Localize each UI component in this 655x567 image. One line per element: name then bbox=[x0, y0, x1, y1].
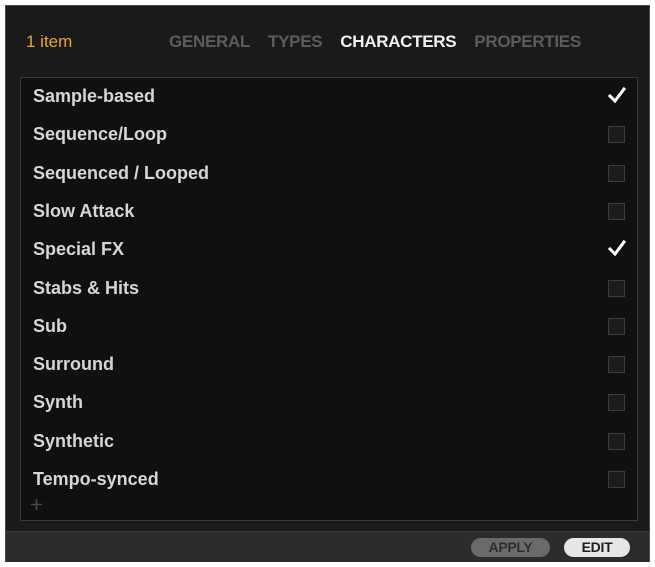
checkbox[interactable] bbox=[608, 356, 625, 374]
checkbox[interactable] bbox=[607, 240, 627, 258]
checkbox[interactable] bbox=[608, 317, 625, 335]
list-item-label: Surround bbox=[33, 354, 114, 375]
panel-header: 1 item GENERAL TYPES CHARACTERS PROPERTI… bbox=[6, 6, 649, 70]
list-item-label: Stabs & Hits bbox=[33, 277, 140, 298]
checkbox[interactable] bbox=[608, 471, 625, 488]
list-item-tempo-synced[interactable]: Tempo-synced bbox=[21, 461, 637, 498]
list-item-synthetic[interactable]: Synthetic bbox=[21, 423, 637, 460]
checkbox[interactable] bbox=[608, 394, 625, 412]
list-item-label: Tempo-synced bbox=[33, 469, 159, 489]
checkbox[interactable] bbox=[608, 432, 625, 450]
checkbox[interactable] bbox=[608, 279, 625, 297]
tab-general[interactable]: GENERAL bbox=[169, 32, 250, 52]
list-item-sequence-loop[interactable]: Sequence/Loop bbox=[21, 116, 637, 154]
edit-button[interactable]: EDIT bbox=[564, 538, 630, 557]
characters-list: Sample-based Sequence/Loop Sequenced / Loo… bbox=[20, 77, 638, 521]
checkbox[interactable] bbox=[608, 202, 625, 220]
footer-bar: APPLY EDIT bbox=[6, 531, 649, 562]
list-item-surround[interactable]: Surround bbox=[21, 346, 637, 384]
tab-characters[interactable]: CHARACTERS bbox=[340, 32, 456, 52]
checkbox[interactable] bbox=[607, 86, 627, 105]
checkmark-icon bbox=[607, 240, 627, 257]
list-item-stabs-hits[interactable]: Stabs & Hits bbox=[21, 270, 637, 307]
checkbox[interactable] bbox=[608, 126, 625, 144]
list-item-label: Sequenced / Looped bbox=[33, 162, 210, 183]
checkmark-icon bbox=[607, 86, 627, 104]
plus-icon[interactable] bbox=[30, 498, 43, 511]
list-item-special-fx[interactable]: Special FX bbox=[21, 231, 637, 269]
list-item-slow-attack[interactable]: Slow Attack bbox=[21, 193, 637, 230]
checkbox[interactable] bbox=[608, 164, 625, 182]
tab-properties[interactable]: PROPERTIES bbox=[474, 32, 581, 52]
list-item-label: Slow Attack bbox=[33, 200, 135, 221]
list-item-sequenced-looped[interactable]: Sequenced / Looped bbox=[21, 155, 637, 192]
apply-button[interactable]: APPLY bbox=[471, 538, 550, 557]
list-item-sub[interactable]: Sub bbox=[21, 308, 637, 345]
list-item-label: Sequence/Loop bbox=[33, 124, 168, 145]
characters-panel: 1 item GENERAL TYPES CHARACTERS PROPERTI… bbox=[5, 5, 650, 562]
tab-bar: GENERAL TYPES CHARACTERS PROPERTIES bbox=[169, 32, 599, 52]
list-item-label: Sample-based bbox=[33, 86, 156, 106]
item-count-label: 1 item bbox=[26, 32, 73, 51]
list-item-synth[interactable]: Synth bbox=[21, 384, 637, 422]
list-item-label: Synthetic bbox=[33, 430, 115, 451]
list-item-sample-based[interactable]: Sample-based bbox=[21, 78, 637, 115]
tab-types[interactable]: TYPES bbox=[268, 32, 323, 52]
list-item-label: Sub bbox=[33, 315, 67, 336]
list-item-label: Synth bbox=[33, 392, 84, 413]
list-item-label: Special FX bbox=[33, 239, 125, 260]
